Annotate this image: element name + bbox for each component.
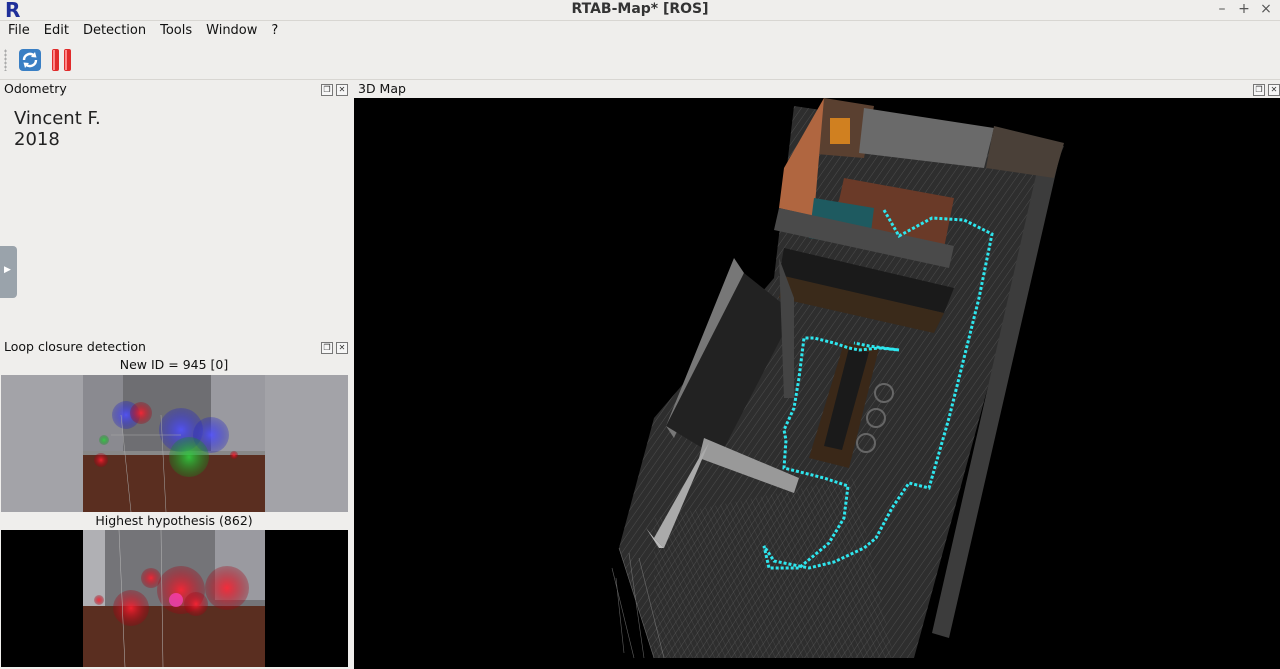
odometry-text: Vincent F. 2018 [14, 108, 101, 150]
maximize-button[interactable]: + [1238, 0, 1250, 20]
title-bar: R RTAB-Map* [ROS] – + × [0, 0, 1280, 21]
new-image [1, 375, 348, 512]
hypothesis-image-view [1, 530, 348, 667]
map3d-view[interactable] [354, 98, 1280, 669]
new-id-label: New ID = 945 [0] [119, 357, 229, 372]
close-icon[interactable]: ✕ [336, 84, 348, 96]
hypothesis-image [1, 530, 348, 667]
close-button[interactable]: × [1260, 0, 1272, 20]
odometry-dock-buttons: ❐ ✕ [321, 84, 348, 96]
odometry-line2: 2018 [14, 129, 60, 150]
minimize-button[interactable]: – [1216, 0, 1228, 20]
menu-help[interactable]: ? [263, 21, 284, 41]
highest-hypothesis-label: Highest hypothesis (862) [95, 513, 253, 528]
close-icon[interactable]: ✕ [1268, 84, 1280, 96]
loop-closure-title-text: Loop closure detection [4, 339, 146, 354]
pause-button[interactable] [49, 47, 75, 73]
menu-tools[interactable]: Tools [152, 21, 198, 41]
toolbar-grip[interactable] [4, 49, 7, 71]
menu-file[interactable]: File [0, 21, 36, 41]
loop-closure-title: Loop closure detection [4, 338, 350, 356]
menu-detection[interactable]: Detection [75, 21, 152, 41]
map3d-canvas [611, 98, 1064, 659]
map3d-title-text: 3D Map [358, 81, 406, 96]
side-panel-handle[interactable]: ▶ [0, 246, 17, 298]
float-icon[interactable]: ❐ [321, 342, 333, 354]
menu-window[interactable]: Window [198, 21, 263, 41]
menu-bar: File Edit Detection Tools Window ? [0, 21, 1280, 41]
odometry-panel: Vincent F. 2018 [0, 98, 350, 334]
odometry-title-text: Odometry [4, 81, 67, 96]
new-image-view [1, 375, 348, 512]
window-title: RTAB-Map* [ROS] [571, 1, 709, 17]
window-controls: – + × [1216, 0, 1272, 20]
map3d-dock-buttons: ❐ ✕ [1253, 84, 1280, 96]
odometry-title: Odometry [4, 80, 350, 98]
pause-icon [52, 49, 71, 71]
loop-closure-dock-buttons: ❐ ✕ [321, 342, 348, 354]
float-icon[interactable]: ❐ [1253, 84, 1265, 96]
refresh-button[interactable] [17, 47, 43, 73]
menu-edit[interactable]: Edit [36, 21, 75, 41]
splitter-handle[interactable] [350, 80, 353, 669]
close-icon[interactable]: ✕ [336, 342, 348, 354]
odometry-line1: Vincent F. [14, 108, 101, 129]
toolbar [0, 41, 1280, 80]
float-icon[interactable]: ❐ [321, 84, 333, 96]
refresh-icon [19, 49, 41, 71]
map3d-title: 3D Map [358, 80, 1258, 98]
